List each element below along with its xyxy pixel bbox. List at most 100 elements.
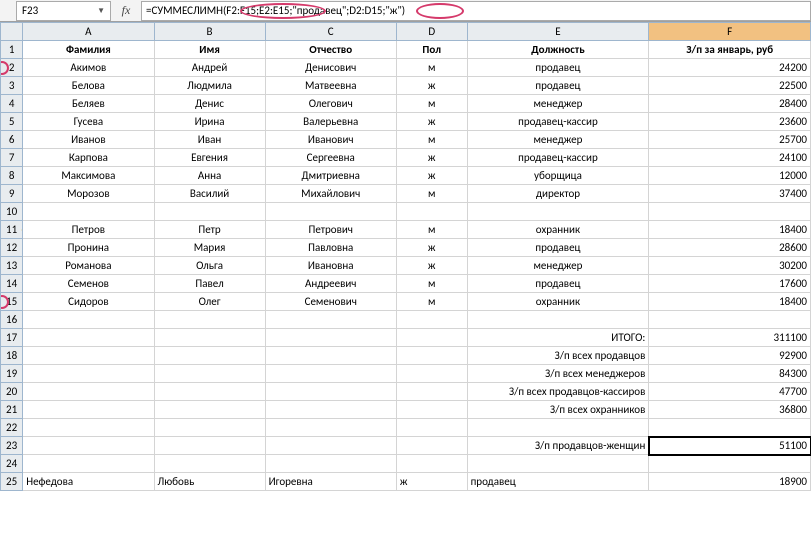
cell[interactable]: Игоревна <box>265 473 396 491</box>
cell[interactable] <box>649 203 811 221</box>
row-header[interactable]: 20 <box>1 383 23 401</box>
cell[interactable] <box>467 419 649 437</box>
cell[interactable] <box>265 329 396 347</box>
cell[interactable] <box>154 365 265 383</box>
row-header[interactable]: 9 <box>1 185 23 203</box>
header-cell[interactable]: Фамилия <box>23 41 154 59</box>
cell[interactable]: Романова <box>23 257 154 275</box>
cell[interactable] <box>649 311 811 329</box>
cell[interactable]: менеджер <box>467 95 649 113</box>
cell[interactable]: Денис <box>154 95 265 113</box>
row-header[interactable]: 2 <box>1 59 23 77</box>
cell[interactable]: Максимова <box>23 167 154 185</box>
cell[interactable] <box>154 419 265 437</box>
cell[interactable]: менеджер <box>467 131 649 149</box>
cell[interactable]: З/п всех менеджеров <box>467 365 649 383</box>
col-header-A[interactable]: A <box>23 23 154 41</box>
cell[interactable]: Беляев <box>23 95 154 113</box>
cell[interactable] <box>265 419 396 437</box>
cell[interactable]: ж <box>396 77 467 95</box>
cell[interactable]: продавец <box>467 77 649 95</box>
cell[interactable]: Морозов <box>23 185 154 203</box>
row-header[interactable]: 6 <box>1 131 23 149</box>
cell[interactable]: 28400 <box>649 95 811 113</box>
cell[interactable]: Анна <box>154 167 265 185</box>
col-header-B[interactable]: B <box>154 23 265 41</box>
cell[interactable] <box>154 437 265 455</box>
row-header[interactable]: 17 <box>1 329 23 347</box>
header-cell[interactable]: Имя <box>154 41 265 59</box>
cell[interactable]: ж <box>396 239 467 257</box>
cell[interactable] <box>23 329 154 347</box>
cell[interactable]: ж <box>396 167 467 185</box>
cell[interactable]: продавец <box>467 59 649 77</box>
cell[interactable]: охранник <box>467 221 649 239</box>
name-box[interactable]: F23 ▼ <box>16 1 111 21</box>
cell[interactable]: Любовь <box>154 473 265 491</box>
cell[interactable] <box>265 203 396 221</box>
cell[interactable]: З/п всех продавцов <box>467 347 649 365</box>
cell[interactable] <box>265 365 396 383</box>
cell[interactable] <box>23 401 154 419</box>
cell[interactable]: уборщица <box>467 167 649 185</box>
cell[interactable] <box>467 311 649 329</box>
cell[interactable]: З/п всех охранников <box>467 401 649 419</box>
cell[interactable] <box>154 347 265 365</box>
header-cell[interactable]: З/п за январь, руб <box>649 41 811 59</box>
cell[interactable] <box>265 383 396 401</box>
cell[interactable]: 24100 <box>649 149 811 167</box>
chevron-down-icon[interactable]: ▼ <box>97 6 105 16</box>
cell[interactable]: Петров <box>23 221 154 239</box>
cell[interactable]: Гусева <box>23 113 154 131</box>
cell[interactable]: продавец <box>467 275 649 293</box>
cell[interactable]: 24200 <box>649 59 811 77</box>
cell[interactable]: Акимов <box>23 59 154 77</box>
cell[interactable] <box>396 437 467 455</box>
cell[interactable]: З/п всех продавцов-кассиров <box>467 383 649 401</box>
cell[interactable]: Михайлович <box>265 185 396 203</box>
row-header[interactable]: 3 <box>1 77 23 95</box>
active-cell[interactable]: 51100 <box>649 437 811 455</box>
cell[interactable]: З/п продавцов-женщин <box>467 437 649 455</box>
col-header-F[interactable]: F <box>649 23 811 41</box>
cell[interactable] <box>154 329 265 347</box>
cell[interactable]: 18400 <box>649 293 811 311</box>
cell[interactable]: ж <box>396 149 467 167</box>
spreadsheet-grid[interactable]: ABCDEF1ФамилияИмяОтчествоПолДолжностьЗ/п… <box>0 22 811 491</box>
col-header-E[interactable]: E <box>467 23 649 41</box>
row-header[interactable]: 16 <box>1 311 23 329</box>
cell[interactable]: 18900 <box>649 473 811 491</box>
cell[interactable]: 92900 <box>649 347 811 365</box>
cell[interactable]: Петр <box>154 221 265 239</box>
cell[interactable]: м <box>396 293 467 311</box>
cell[interactable]: Иван <box>154 131 265 149</box>
cell[interactable]: ж <box>396 113 467 131</box>
cell[interactable]: 28600 <box>649 239 811 257</box>
cell[interactable] <box>649 455 811 473</box>
cell[interactable]: 311100 <box>649 329 811 347</box>
cell[interactable] <box>396 365 467 383</box>
cell[interactable] <box>23 347 154 365</box>
cell[interactable] <box>265 401 396 419</box>
cell[interactable]: м <box>396 185 467 203</box>
cell[interactable] <box>396 383 467 401</box>
cell[interactable]: Нефедова <box>23 473 154 491</box>
cell[interactable]: продавец-кассир <box>467 149 649 167</box>
row-header[interactable]: 25 <box>1 473 23 491</box>
cell[interactable] <box>265 455 396 473</box>
row-header[interactable]: 18 <box>1 347 23 365</box>
cell[interactable] <box>23 311 154 329</box>
fx-button[interactable]: fx <box>117 2 135 20</box>
cell[interactable]: м <box>396 275 467 293</box>
row-header[interactable]: 5 <box>1 113 23 131</box>
row-header[interactable]: 14 <box>1 275 23 293</box>
cell[interactable] <box>23 203 154 221</box>
cell[interactable] <box>396 311 467 329</box>
cell[interactable]: 36800 <box>649 401 811 419</box>
cell[interactable] <box>265 437 396 455</box>
row-header[interactable]: 23 <box>1 437 23 455</box>
cell[interactable]: Валерьевна <box>265 113 396 131</box>
smart-tag-icon[interactable] <box>22 222 23 239</box>
row-header[interactable]: 4 <box>1 95 23 113</box>
cell[interactable] <box>265 347 396 365</box>
